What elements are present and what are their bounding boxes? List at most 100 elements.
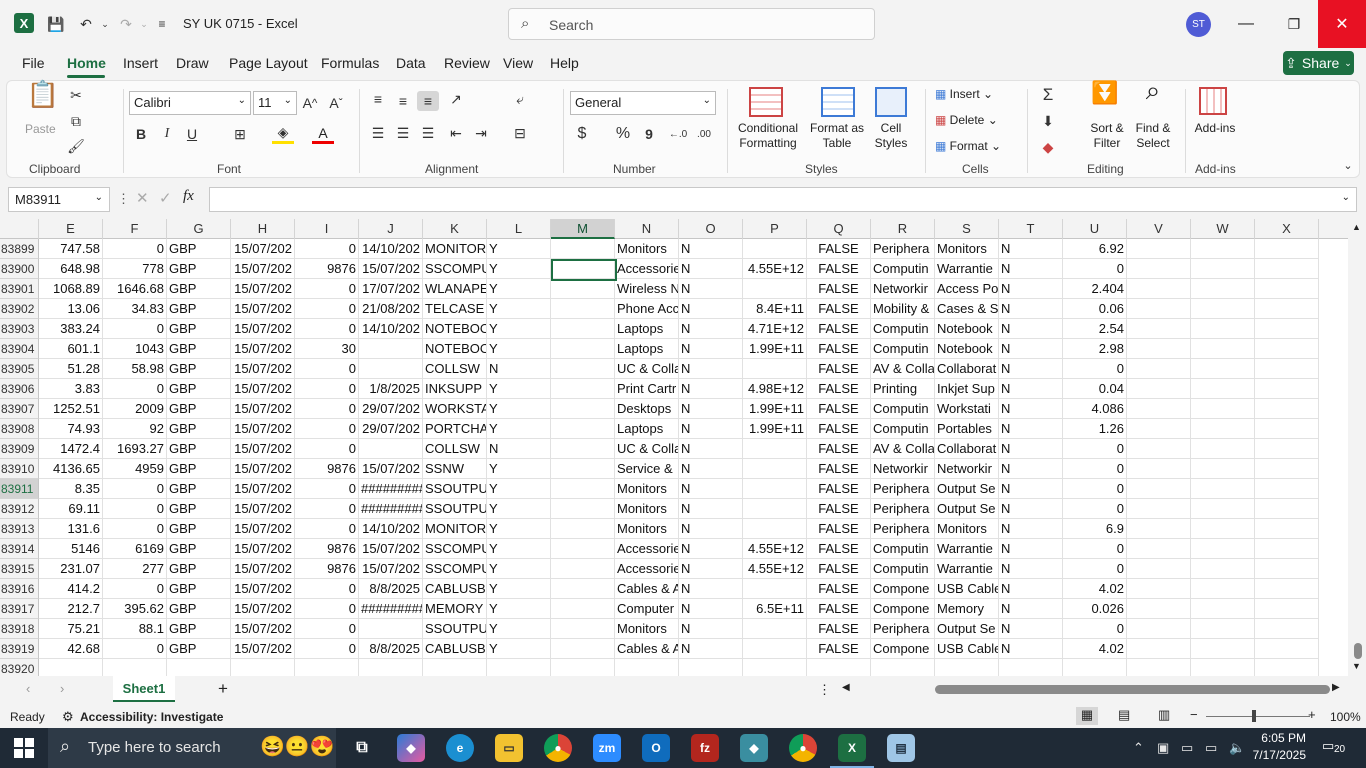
tab-review[interactable]: Review xyxy=(444,55,490,71)
cell-p[interactable]: 1.99E+11 xyxy=(743,419,807,439)
cell-q[interactable]: FALSE xyxy=(807,619,871,639)
cell-s[interactable]: Warrantie xyxy=(935,559,999,579)
battery-icon[interactable]: ▭ xyxy=(1181,740,1193,756)
cell-q[interactable]: FALSE xyxy=(807,339,871,359)
cell-t[interactable]: N xyxy=(999,579,1063,599)
cell-f[interactable]: 0 xyxy=(103,479,167,499)
name-box[interactable]: M83911 ⌄ xyxy=(8,187,110,212)
cell-m[interactable] xyxy=(551,399,615,419)
cell-n[interactable]: Wireless N xyxy=(615,279,679,299)
cell-t[interactable]: N xyxy=(999,399,1063,419)
copy-icon[interactable]: ⧉ xyxy=(65,111,87,131)
cell-u[interactable]: 0 xyxy=(1063,539,1127,559)
cell-w[interactable] xyxy=(1191,239,1255,259)
cell-f[interactable]: 88.1 xyxy=(103,619,167,639)
cell-j[interactable]: 17/07/202 xyxy=(359,279,423,299)
cell-i[interactable]: 0 xyxy=(295,599,359,619)
row-header[interactable]: 83916 xyxy=(0,579,39,599)
cancel-entry-icon[interactable]: ✕ xyxy=(136,189,149,207)
confirm-entry-icon[interactable]: ✓ xyxy=(159,189,172,207)
cell-e[interactable]: 601.1 xyxy=(39,339,103,359)
cell-r[interactable]: Networkir xyxy=(871,459,935,479)
page-layout-view-icon[interactable]: ▤ xyxy=(1118,707,1130,723)
format-as-table-icon[interactable] xyxy=(821,87,855,117)
cell-g[interactable]: GBP xyxy=(167,259,231,279)
cell-s[interactable]: Notebook xyxy=(935,319,999,339)
windows-start-icon[interactable] xyxy=(14,738,34,758)
cut-icon[interactable]: ✂ xyxy=(65,85,87,105)
tab-formulas[interactable]: Formulas xyxy=(321,55,379,71)
cell-h[interactable]: 15/07/202 xyxy=(231,459,295,479)
tray-overflow-icon[interactable]: ⌃ xyxy=(1133,740,1144,756)
cell-j[interactable]: 29/07/202 xyxy=(359,399,423,419)
cell-k[interactable]: SSCOMPU xyxy=(423,539,487,559)
cell-l[interactable]: Y xyxy=(487,419,551,439)
cell-x[interactable] xyxy=(1255,239,1319,259)
merge-center-icon[interactable]: ⊟ xyxy=(509,123,531,143)
cell-q[interactable]: FALSE xyxy=(807,539,871,559)
cell-x[interactable] xyxy=(1255,439,1319,459)
redo-icon[interactable]: ↷ xyxy=(116,14,136,34)
cell-u[interactable]: 0 xyxy=(1063,479,1127,499)
cell-l[interactable]: Y xyxy=(487,479,551,499)
cell-k[interactable]: WLANAPE xyxy=(423,279,487,299)
cell-q[interactable]: FALSE xyxy=(807,399,871,419)
excel-taskbar-icon[interactable]: X xyxy=(838,734,866,762)
file-explorer-icon[interactable]: ▭ xyxy=(495,734,523,762)
cell-p[interactable]: 4.55E+12 xyxy=(743,259,807,279)
cell-h[interactable]: 15/07/202 xyxy=(231,319,295,339)
chrome-icon[interactable]: ● xyxy=(544,734,572,762)
scroll-left-icon[interactable]: ◀ xyxy=(842,682,850,693)
cell-p[interactable]: 8.4E+11 xyxy=(743,299,807,319)
cell-f[interactable]: 0 xyxy=(103,499,167,519)
cell-g[interactable]: GBP xyxy=(167,299,231,319)
tab-file[interactable]: File xyxy=(22,55,45,71)
clear-icon[interactable]: ◆ xyxy=(1037,137,1059,157)
scroll-down-icon[interactable]: ▼ xyxy=(1352,661,1361,671)
align-bottom-icon[interactable]: ≡ xyxy=(417,91,439,111)
cell-s[interactable]: Collaborat xyxy=(935,439,999,459)
cell-o[interactable]: N xyxy=(679,319,743,339)
cell-s[interactable]: USB Cable xyxy=(935,639,999,659)
row-header[interactable]: 83900 xyxy=(0,259,39,279)
cell-m[interactable] xyxy=(551,419,615,439)
cell-x[interactable] xyxy=(1255,399,1319,419)
cell-p[interactable] xyxy=(743,439,807,459)
cell-s[interactable]: Warrantie xyxy=(935,259,999,279)
cell-o[interactable]: N xyxy=(679,399,743,419)
cell-r[interactable]: Periphera xyxy=(871,239,935,259)
column-header-v[interactable]: V xyxy=(1127,219,1191,239)
cell-m[interactable] xyxy=(551,379,615,399)
cell-n[interactable]: UC & Colla xyxy=(615,439,679,459)
cell-v[interactable] xyxy=(1127,319,1191,339)
cell-m[interactable] xyxy=(551,499,615,519)
cell-m[interactable] xyxy=(551,279,615,299)
cell-o[interactable]: N xyxy=(679,239,743,259)
fill-icon[interactable]: ⬇ xyxy=(1037,111,1059,131)
cell-h[interactable]: 15/07/202 xyxy=(231,539,295,559)
collapse-ribbon-icon[interactable]: ⌄ xyxy=(1337,155,1359,175)
cell-n[interactable]: UC & Colla xyxy=(615,359,679,379)
cell-p[interactable] xyxy=(743,479,807,499)
column-header-h[interactable]: H xyxy=(231,219,295,239)
align-left-icon[interactable]: ☰ xyxy=(367,123,389,143)
conditional-formatting-button[interactable]: Conditional Formatting xyxy=(731,121,805,151)
cell-g[interactable]: GBP xyxy=(167,539,231,559)
cell-v[interactable] xyxy=(1127,559,1191,579)
cell-l[interactable]: Y xyxy=(487,259,551,279)
cell-r[interactable]: Computin xyxy=(871,339,935,359)
cell-w[interactable] xyxy=(1191,279,1255,299)
cell-s[interactable]: Collaborat xyxy=(935,359,999,379)
cell-v[interactable] xyxy=(1127,239,1191,259)
cell-f[interactable]: 277 xyxy=(103,559,167,579)
cell-k[interactable]: MONITOR xyxy=(423,519,487,539)
cell-t[interactable]: N xyxy=(999,239,1063,259)
cell-k[interactable]: NOTEBOO xyxy=(423,319,487,339)
autosum-icon[interactable]: Σ xyxy=(1037,85,1059,105)
cell-j[interactable] xyxy=(359,339,423,359)
align-center-icon[interactable]: ☰ xyxy=(392,123,414,143)
cell-h[interactable]: 15/07/202 xyxy=(231,499,295,519)
close-button[interactable]: ✕ xyxy=(1318,0,1366,48)
increase-font-icon[interactable]: A ^ xyxy=(299,93,321,113)
row-header[interactable]: 83905 xyxy=(0,359,39,379)
